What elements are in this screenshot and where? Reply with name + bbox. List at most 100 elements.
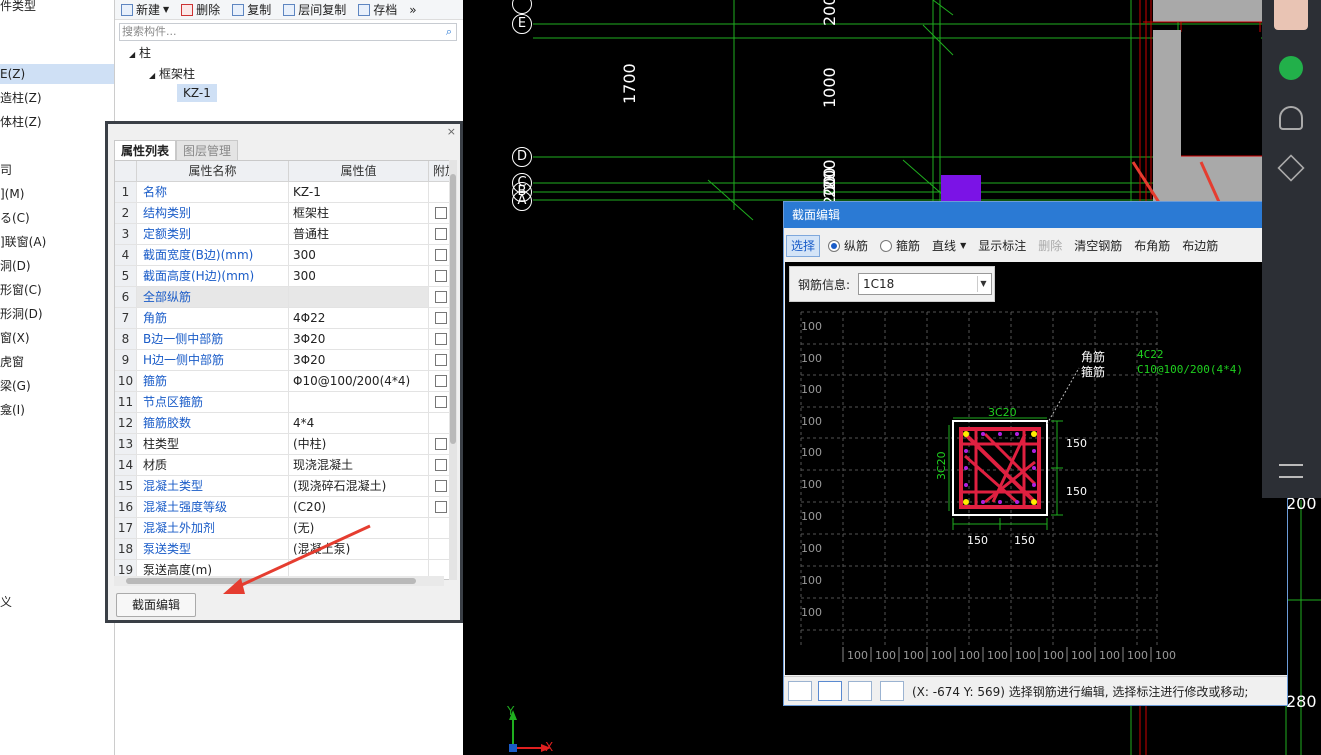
tree-node-column[interactable]: ◢ 柱: [129, 44, 151, 61]
copy-button[interactable]: 复制: [226, 0, 277, 20]
extra-checkbox[interactable]: [435, 396, 447, 408]
avatar[interactable]: [1274, 0, 1308, 30]
component-type-item[interactable]: 形洞(D): [0, 304, 114, 324]
property-value[interactable]: KZ-1: [289, 182, 429, 202]
rebar-info-select[interactable]: 1C18 ▼: [858, 273, 992, 295]
dimension-button[interactable]: [880, 681, 904, 701]
search-input[interactable]: 搜索构件... ⌕: [119, 23, 457, 41]
component-type-item[interactable]: 龛(I): [0, 400, 114, 420]
property-row[interactable]: 5 截面高度(H边)(mm) 300: [115, 266, 449, 287]
extra-checkbox[interactable]: [435, 270, 447, 282]
property-value[interactable]: 现浇混凝土: [289, 455, 429, 475]
menu-icon[interactable]: [1279, 464, 1303, 478]
property-row[interactable]: 13 柱类型 (中柱): [115, 434, 449, 455]
component-type-item[interactable]: 司: [0, 160, 114, 180]
tab-property-list[interactable]: 属性列表: [114, 140, 177, 160]
component-type-item[interactable]: 形窗(C): [0, 280, 114, 300]
component-type-item[interactable]: 洞(D): [0, 256, 114, 276]
line-dropdown[interactable]: 直线 ▼: [928, 235, 970, 257]
property-value[interactable]: 300: [289, 245, 429, 265]
component-type-item[interactable]: 义: [0, 592, 114, 612]
property-row[interactable]: 16 混凝土强度等级 (C20): [115, 497, 449, 518]
cube-icon[interactable]: [1277, 154, 1305, 182]
delete-button[interactable]: 删除: [1034, 235, 1066, 257]
component-type-item[interactable]: 造柱(Z): [0, 88, 114, 108]
extra-checkbox[interactable]: [435, 228, 447, 240]
save-button[interactable]: 存档: [352, 0, 403, 20]
property-value[interactable]: (C20): [289, 497, 429, 517]
property-value[interactable]: 框架柱: [289, 203, 429, 223]
tree-node-frame-column[interactable]: ◢ 框架柱: [149, 65, 195, 82]
property-row[interactable]: 14 材质 现浇混凝土: [115, 455, 449, 476]
clear-rebar-button[interactable]: 清空钢筋: [1070, 235, 1126, 257]
section-edit-button[interactable]: 截面编辑: [116, 593, 196, 617]
property-row[interactable]: 6 全部纵筋: [115, 287, 449, 308]
component-type-item[interactable]: E(Z): [0, 64, 114, 84]
component-type-item[interactable]: ]联窗(A): [0, 232, 114, 252]
property-row[interactable]: 7 角筋 4Φ22: [115, 308, 449, 329]
contacts-icon[interactable]: [1279, 106, 1303, 130]
stirrup-radio[interactable]: 箍筋: [876, 235, 924, 257]
property-row[interactable]: 15 混凝土类型 (现浇碎石混凝土): [115, 476, 449, 497]
property-row[interactable]: 11 节点区箍筋: [115, 392, 449, 413]
show-annotation-button[interactable]: 显示标注: [974, 235, 1030, 257]
new-button[interactable]: 新建 ▼: [115, 0, 175, 20]
component-type-item[interactable]: る(C): [0, 208, 114, 228]
ortho-snap-button[interactable]: [788, 681, 812, 701]
collapse-icon[interactable]: ◢: [149, 71, 155, 80]
extra-checkbox[interactable]: [435, 207, 447, 219]
property-value[interactable]: Φ10@100/200(4*4): [289, 371, 429, 391]
property-value[interactable]: 3Φ20: [289, 329, 429, 349]
property-row[interactable]: 1 名称 KZ-1: [115, 182, 449, 203]
collapse-icon[interactable]: ◢: [129, 50, 135, 59]
extra-checkbox[interactable]: [435, 438, 447, 450]
component-type-item[interactable]: 窗(X): [0, 328, 114, 348]
select-button[interactable]: 选择: [786, 235, 821, 257]
property-value[interactable]: 4*4: [289, 413, 429, 433]
extra-checkbox[interactable]: [435, 501, 447, 513]
property-row[interactable]: 9 H边一侧中部筋 3Φ20: [115, 350, 449, 371]
property-row[interactable]: 2 结构类别 框架柱: [115, 203, 449, 224]
tab-layer-management[interactable]: 图层管理: [176, 140, 239, 160]
component-type-item[interactable]: 梁(G): [0, 376, 114, 396]
property-value[interactable]: 普通柱: [289, 224, 429, 244]
extra-checkbox[interactable]: [435, 333, 447, 345]
extra-checkbox[interactable]: [435, 312, 447, 324]
line-snap-button[interactable]: [818, 681, 842, 701]
place-side-rebar-button[interactable]: 布边筋: [1178, 235, 1222, 257]
search-icon[interactable]: ⌕: [446, 24, 452, 40]
property-value[interactable]: 4Φ22: [289, 308, 429, 328]
property-row[interactable]: 3 定额类别 普通柱: [115, 224, 449, 245]
component-type-item[interactable]: 虎窗: [0, 352, 114, 372]
extra-checkbox[interactable]: [435, 480, 447, 492]
property-value[interactable]: [289, 287, 429, 307]
component-type-item[interactable]: 体柱(Z): [0, 112, 114, 132]
component-type-item[interactable]: ](M): [0, 184, 114, 204]
property-value[interactable]: (现浇碎石混凝土): [289, 476, 429, 496]
place-corner-rebar-button[interactable]: 布角筋: [1130, 235, 1174, 257]
tree-node-kz1[interactable]: KZ-1: [177, 84, 217, 102]
extra-checkbox[interactable]: [435, 291, 447, 303]
more-button[interactable]: »: [403, 0, 422, 20]
chat-icon[interactable]: [1279, 56, 1303, 80]
property-value[interactable]: [289, 392, 429, 412]
property-row[interactable]: 12 箍筋胶数 4*4: [115, 413, 449, 434]
perpendicular-button[interactable]: [848, 681, 872, 701]
delete-button[interactable]: 删除: [175, 0, 226, 20]
property-value[interactable]: 3Φ20: [289, 350, 429, 370]
property-row[interactable]: 10 箍筋 Φ10@100/200(4*4): [115, 371, 449, 392]
property-value[interactable]: (中柱): [289, 434, 429, 454]
extra-checkbox[interactable]: [435, 459, 447, 471]
component-type-item[interactable]: 件类型: [0, 0, 114, 16]
extra-checkbox[interactable]: [435, 354, 447, 366]
section-canvas[interactable]: 100 100 100 100 100 100 100 100 100 100 100 100 100 1…: [785, 262, 1287, 675]
property-row[interactable]: 8 B边一侧中部筋 3Φ20: [115, 329, 449, 350]
property-value[interactable]: 300: [289, 266, 429, 286]
extra-checkbox[interactable]: [435, 375, 447, 387]
longitudinal-radio[interactable]: 纵筋: [824, 235, 872, 257]
property-row[interactable]: 4 截面宽度(B边)(mm) 300: [115, 245, 449, 266]
scroll-thumb[interactable]: [450, 174, 456, 444]
vertical-scrollbar[interactable]: [449, 160, 457, 580]
close-icon[interactable]: ×: [447, 125, 456, 138]
floor-copy-button[interactable]: 层间复制: [277, 0, 352, 20]
